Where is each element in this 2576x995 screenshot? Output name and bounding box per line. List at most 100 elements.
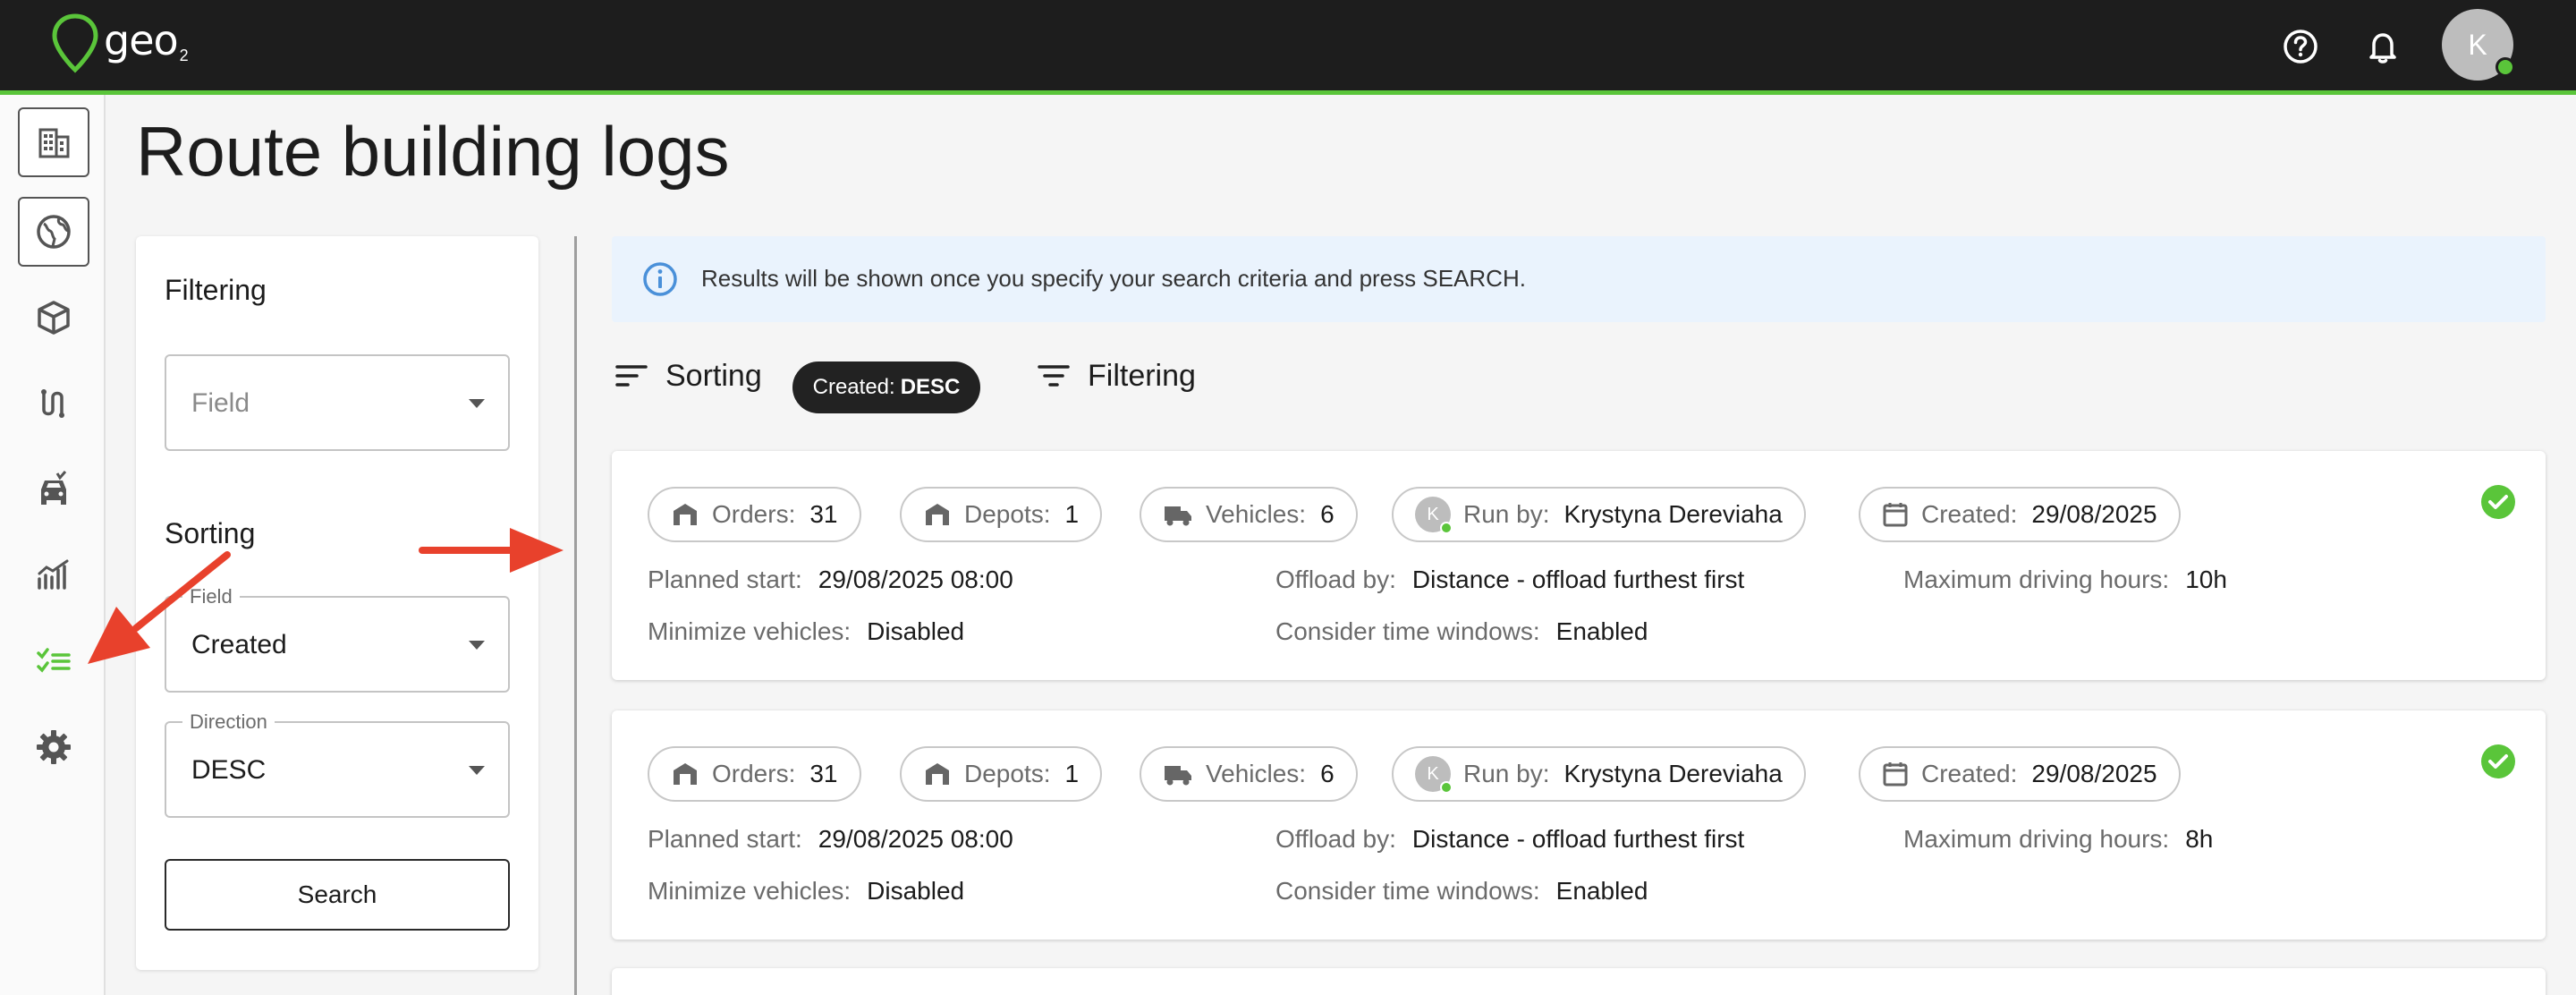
annotation-arrow-down-left-icon [88, 551, 231, 664]
vehicles-label: Vehicles: [1206, 760, 1307, 787]
orders-pill: Orders: 31 [648, 487, 861, 542]
run-by-label: Run by: [1463, 500, 1550, 528]
orders-count: 31 [809, 500, 838, 528]
planned-start-value: 29/08/2025 08:00 [818, 825, 1013, 853]
minimize-vehicles-label: Minimize vehicles: [648, 877, 852, 905]
sidebar-item-route-building-logs[interactable] [18, 626, 89, 696]
offload-value: Distance - offload furthest first [1411, 825, 1745, 853]
vehicles-label: Vehicles: [1206, 500, 1307, 528]
max-driving-hours-label: Maximum driving hours: [1903, 825, 2170, 853]
log-card[interactable] [612, 968, 2546, 995]
app-logo[interactable]: geo 2 [50, 13, 189, 75]
sidebar-item-vehicles[interactable] [18, 455, 89, 524]
top-bar: geo 2 K [0, 0, 2576, 95]
orders-label: Orders: [712, 500, 796, 528]
sort-chip[interactable]: Created: DESC [792, 361, 980, 413]
orders-label: Orders: [712, 760, 796, 787]
planned-start-field: Planned start: 29/08/2025 08:00 [648, 825, 1013, 854]
truck-icon [1165, 766, 1191, 786]
time-windows-field: Consider time windows: Enabled [1275, 877, 1648, 906]
online-status-dot [1440, 781, 1453, 794]
run-by-initial: K [1427, 504, 1439, 524]
sort-icon [615, 365, 648, 387]
sidebar-item-routes[interactable] [18, 369, 89, 438]
planned-start-field: Planned start: 29/08/2025 08:00 [648, 566, 1013, 594]
orders-pill: Orders: 31 [648, 746, 861, 802]
info-alert: Results will be shown once you specify y… [612, 236, 2546, 322]
sidebar-item-map[interactable] [18, 197, 89, 267]
run-by-initial: K [1427, 763, 1439, 784]
warehouse-icon [674, 504, 697, 525]
user-avatar[interactable]: K [2442, 9, 2515, 81]
run-by-avatar: K [1415, 497, 1453, 534]
run-by-label: Run by: [1463, 760, 1550, 787]
panel-divider [574, 236, 577, 995]
vehicles-count: 6 [1320, 500, 1335, 528]
logo-subscript: 2 [179, 47, 189, 64]
max-driving-hours-value: 8h [2185, 825, 2214, 853]
success-check-icon [2481, 744, 2515, 778]
info-text: Results will be shown once you specify y… [701, 265, 1526, 292]
sort-chip-key: Created: [812, 375, 895, 399]
minimize-vehicles-label: Minimize vehicles: [648, 617, 852, 645]
time-windows-value: Enabled [1555, 877, 1648, 905]
created-label: Created: [1921, 500, 2018, 528]
sorting-toggle[interactable]: Sorting [614, 358, 762, 394]
time-windows-field: Consider time windows: Enabled [1275, 617, 1648, 646]
planned-start-label: Planned start: [648, 825, 802, 853]
sort-direction-label: Direction [182, 710, 275, 734]
time-windows-label: Consider time windows: [1275, 617, 1540, 645]
page-title: Route building logs [136, 112, 730, 191]
warehouse-icon [674, 763, 697, 785]
sidebar-item-settings[interactable] [18, 712, 89, 782]
filter-field-placeholder: Field [191, 388, 250, 418]
run-by-pill: K Run by: Krystyna Dereviaha [1392, 487, 1806, 542]
help-circle-icon[interactable] [2281, 27, 2320, 66]
package-icon [38, 301, 70, 335]
vehicles-count: 6 [1320, 760, 1335, 787]
sort-direction-select[interactable]: Direction DESC [165, 710, 510, 818]
globe-icon [37, 215, 71, 249]
log-card[interactable]: Orders: 31 Depots: 1 Vehicles: 6 K Run b… [612, 451, 2546, 680]
filtering-toggle[interactable]: Filtering [1036, 358, 1196, 394]
log-card[interactable]: Orders: 31 Depots: 1 Vehicles: 6 K Run b… [612, 710, 2546, 940]
offload-label: Offload by: [1275, 566, 1396, 593]
max-driving-hours-field: Maximum driving hours: 10h [1903, 566, 2227, 594]
vehicle-icon [41, 471, 67, 505]
created-pill: Created: 29/08/2025 [1859, 746, 2181, 802]
filter-field-select[interactable]: Field [165, 354, 510, 451]
chevron-down-icon [469, 399, 485, 408]
created-date: 29/08/2025 [2031, 760, 2157, 787]
success-check-icon [2481, 485, 2515, 519]
run-by-pill: K Run by: Krystyna Dereviaha [1392, 746, 1806, 802]
search-button[interactable]: Search [165, 859, 510, 931]
sidebar-item-analytics[interactable] [18, 540, 89, 610]
depots-label: Depots: [964, 760, 1051, 787]
offload-field: Offload by: Distance - offload furthest f… [1275, 825, 1744, 854]
filtering-label: Filtering [1088, 358, 1196, 393]
avatar-initial: K [2468, 28, 2487, 61]
offload-label: Offload by: [1275, 825, 1396, 853]
depots-label: Depots: [964, 500, 1051, 528]
logo-text: geo [104, 16, 179, 64]
gear-icon [37, 730, 71, 764]
max-driving-hours-field: Maximum driving hours: 8h [1903, 825, 2213, 854]
online-status-dot [1440, 522, 1453, 534]
bell-icon[interactable] [2363, 27, 2402, 66]
sidebar-item-orders[interactable] [18, 283, 89, 353]
filtering-heading: Filtering [165, 274, 267, 306]
vehicles-pill: Vehicles: 6 [1140, 487, 1358, 542]
offload-field: Offload by: Distance - offload furthest f… [1275, 566, 1744, 594]
orders-count: 31 [809, 760, 838, 787]
checklist-icon [37, 648, 71, 673]
sidebar-item-buildings[interactable] [18, 107, 89, 177]
annotation-arrow-right-icon [419, 528, 564, 573]
time-windows-label: Consider time windows: [1275, 877, 1540, 905]
created-label: Created: [1921, 760, 2018, 787]
analytics-icon [38, 559, 69, 590]
run-by-avatar: K [1415, 756, 1453, 794]
truck-icon [1165, 506, 1191, 526]
run-by-name: Krystyna Dereviaha [1563, 760, 1783, 787]
warehouse-icon [926, 504, 949, 525]
location-pin-icon [52, 13, 98, 73]
